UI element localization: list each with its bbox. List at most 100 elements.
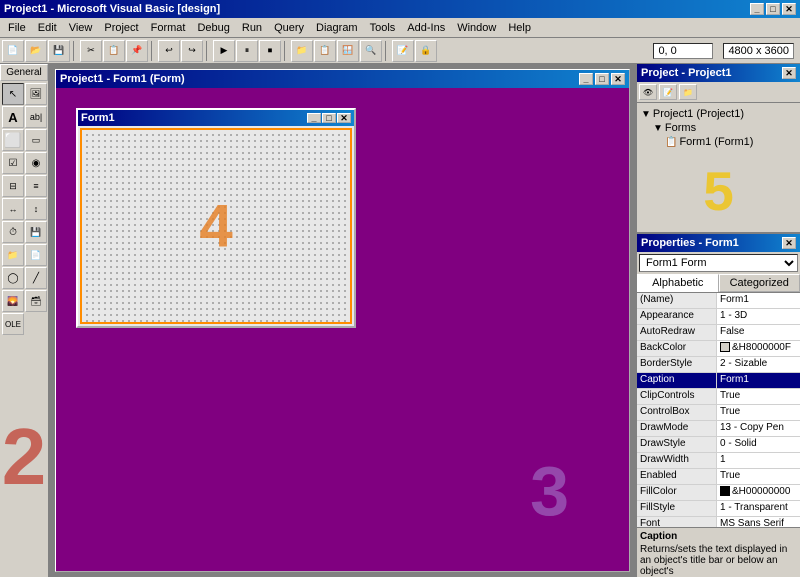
- prop-name: AutoRedraw: [637, 325, 717, 340]
- prop-row-drawmode[interactable]: DrawMode13 - Copy Pen: [637, 421, 800, 437]
- prop-row-controlbox[interactable]: ControlBoxTrue: [637, 405, 800, 421]
- tool-radio[interactable]: ◉: [25, 152, 47, 174]
- tool-ole[interactable]: OLE: [2, 313, 24, 335]
- menu-addins[interactable]: Add-Ins: [401, 20, 451, 36]
- proj-toggle-folders[interactable]: 📁: [679, 84, 697, 100]
- prop-row-borderstyle[interactable]: BorderStyle2 - Sizable: [637, 357, 800, 373]
- tree-project-root[interactable]: ▼ Project1 (Project1): [641, 107, 796, 121]
- prop-row-caption[interactable]: CaptionForm1: [637, 373, 800, 389]
- tool-hscroll[interactable]: ↔: [2, 198, 24, 220]
- tool-combobox[interactable]: ⊟: [2, 175, 24, 197]
- tree-forms-folder[interactable]: ▼ Forms: [641, 121, 796, 135]
- menu-run[interactable]: Run: [236, 20, 268, 36]
- toolbox-header[interactable]: General: [0, 64, 48, 81]
- menu-project[interactable]: Project: [98, 20, 144, 36]
- close-button[interactable]: ✕: [782, 3, 796, 15]
- minimize-button[interactable]: _: [750, 3, 764, 15]
- properties-panel: Properties - Form1 ✕ Form1 Form Alphabet…: [637, 234, 800, 577]
- tool-textbox[interactable]: ab|: [25, 106, 47, 128]
- properties-object-select[interactable]: Form1 Form: [639, 254, 798, 272]
- menu-format[interactable]: Format: [145, 20, 192, 36]
- tab-categorized[interactable]: Categorized: [719, 274, 800, 292]
- menu-window[interactable]: Window: [451, 20, 502, 36]
- tool-vscroll[interactable]: ↕: [25, 198, 47, 220]
- tool-image[interactable]: 🌄: [2, 290, 24, 312]
- tool-timer[interactable]: ⏱: [2, 221, 24, 243]
- project-close[interactable]: ✕: [782, 67, 796, 79]
- tool-dirlistbox[interactable]: 📁: [2, 244, 24, 266]
- prop-name: DrawWidth: [637, 453, 717, 468]
- tb-new[interactable]: 📄: [2, 40, 24, 62]
- tb-form[interactable]: 🪟: [337, 40, 359, 62]
- title-bar-controls: _ □ ✕: [750, 3, 796, 15]
- menu-query[interactable]: Query: [268, 20, 310, 36]
- tool-shape[interactable]: ◯: [2, 267, 24, 289]
- menu-view[interactable]: View: [63, 20, 99, 36]
- project-title-bar: Project - Project1 ✕: [637, 64, 800, 82]
- mdi-minimize[interactable]: _: [579, 73, 593, 85]
- project-tree: ▼ Project1 (Project1) ▼ Forms 📋 Form1 (F…: [637, 103, 800, 227]
- form1-window[interactable]: Form1 _ □ ✕ 4: [76, 108, 356, 328]
- tool-picture[interactable]: 🖼: [25, 83, 47, 105]
- form1-minimize[interactable]: _: [307, 113, 321, 123]
- tool-listbox[interactable]: ≡: [25, 175, 47, 197]
- proj-view-code[interactable]: 📝: [659, 84, 677, 100]
- tool-filelistbox[interactable]: 📄: [25, 244, 47, 266]
- tb-paste[interactable]: 📌: [126, 40, 148, 62]
- prop-row-clipcontrols[interactable]: ClipControlsTrue: [637, 389, 800, 405]
- designer-area[interactable]: Project1 - Form1 (Form) _ □ ✕ 3 Form1 _: [50, 64, 635, 577]
- menu-help[interactable]: Help: [502, 20, 537, 36]
- tb-objbrowse[interactable]: 🔍: [360, 40, 382, 62]
- tb-cut[interactable]: ✂: [80, 40, 102, 62]
- prop-row-enabled[interactable]: EnabledTrue: [637, 469, 800, 485]
- tool-checkbox[interactable]: ☑: [2, 152, 24, 174]
- tool-label[interactable]: A: [2, 106, 24, 128]
- tool-command[interactable]: ▭: [25, 129, 47, 151]
- tb-redo[interactable]: ↪: [181, 40, 203, 62]
- tb-run[interactable]: ▶: [213, 40, 235, 62]
- tool-data[interactable]: 🗃: [25, 290, 47, 312]
- prop-row-fillcolor[interactable]: FillColor&H00000000: [637, 485, 800, 501]
- prop-row-name[interactable]: (Name)Form1: [637, 293, 800, 309]
- toolbox: General ↖ 🖼 A ab| ⬜ ▭ ☑ ◉ ⊟ ≡ ↔ ↕ ⏱ 💾 📁 …: [0, 64, 50, 577]
- proj-view-object[interactable]: 👁: [639, 84, 657, 100]
- menu-tools[interactable]: Tools: [364, 20, 402, 36]
- mdi-restore[interactable]: □: [595, 73, 609, 85]
- tb-projexp[interactable]: 📁: [291, 40, 313, 62]
- tree-folder-icon: ▼: [653, 123, 663, 134]
- menu-diagram[interactable]: Diagram: [310, 20, 364, 36]
- tb-open[interactable]: 📂: [25, 40, 47, 62]
- tool-drivelistbox[interactable]: 💾: [25, 221, 47, 243]
- form1-body[interactable]: 4: [78, 126, 354, 326]
- form1-restore[interactable]: □: [322, 113, 336, 123]
- mdi-close[interactable]: ✕: [611, 73, 625, 85]
- maximize-button[interactable]: □: [766, 3, 780, 15]
- prop-value: 1 - 3D: [717, 309, 800, 324]
- menu-file[interactable]: File: [2, 20, 32, 36]
- prop-row-autoredraw[interactable]: AutoRedrawFalse: [637, 325, 800, 341]
- tb-props[interactable]: 📋: [314, 40, 336, 62]
- tb-pause[interactable]: ⏸: [236, 40, 258, 62]
- tab-alphabetic[interactable]: Alphabetic: [637, 274, 719, 292]
- tool-frame[interactable]: ⬜: [2, 129, 24, 151]
- form1-close[interactable]: ✕: [337, 113, 351, 123]
- tb-stop[interactable]: ⏹: [259, 40, 281, 62]
- menu-edit[interactable]: Edit: [32, 20, 63, 36]
- tb-lock[interactable]: 🔒: [415, 40, 437, 62]
- tool-pointer[interactable]: ↖: [2, 83, 24, 105]
- properties-title-bar: Properties - Form1 ✕: [637, 234, 800, 252]
- prop-row-fillstyle[interactable]: FillStyle1 - Transparent: [637, 501, 800, 517]
- tb-copy[interactable]: 📋: [103, 40, 125, 62]
- tool-line[interactable]: ╱: [25, 267, 47, 289]
- properties-close[interactable]: ✕: [782, 237, 796, 249]
- prop-row-backcolor[interactable]: BackColor&H8000000F: [637, 341, 800, 357]
- tb-undo[interactable]: ↩: [158, 40, 180, 62]
- tree-form1[interactable]: 📋 Form1 (Form1): [641, 135, 796, 149]
- prop-row-font[interactable]: FontMS Sans Serif: [637, 517, 800, 527]
- prop-row-drawwidth[interactable]: DrawWidth1: [637, 453, 800, 469]
- menu-debug[interactable]: Debug: [191, 20, 235, 36]
- tb-save[interactable]: 💾: [48, 40, 70, 62]
- tb-menu[interactable]: 📝: [392, 40, 414, 62]
- prop-row-appearance[interactable]: Appearance1 - 3D: [637, 309, 800, 325]
- prop-row-drawstyle[interactable]: DrawStyle0 - Solid: [637, 437, 800, 453]
